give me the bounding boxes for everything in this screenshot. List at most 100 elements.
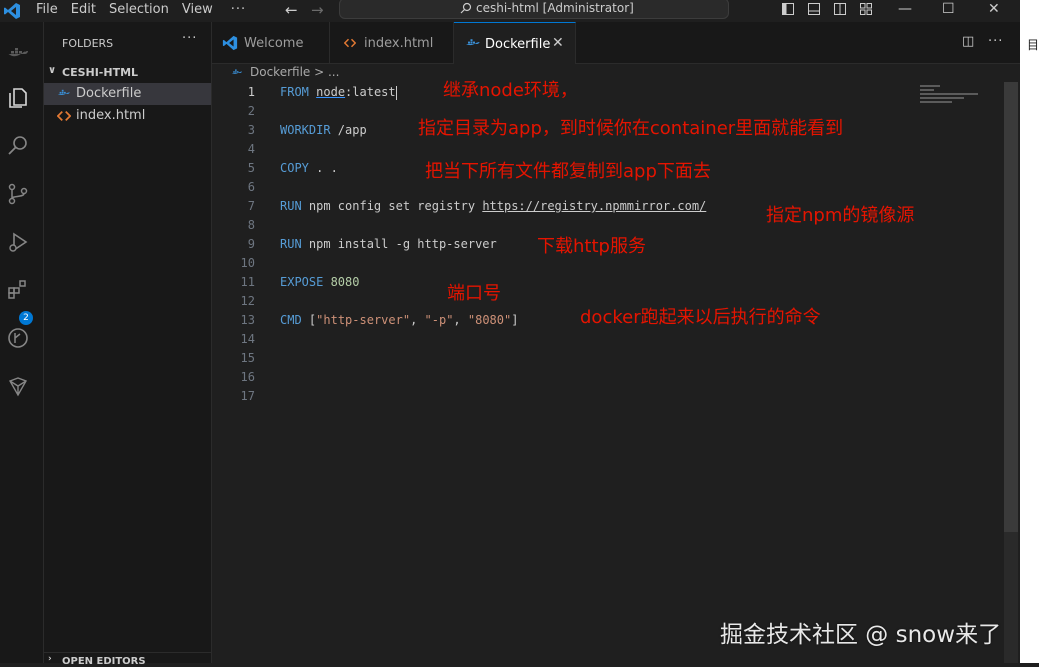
code-text: ] [511,313,519,327]
code-line-7: RUN npm config set registry https://regi… [280,199,706,213]
toggle-primary-sidebar-icon[interactable] [782,3,794,15]
toggle-secondary-sidebar-icon[interactable] [834,3,846,15]
line-number: 14 [240,332,255,346]
line-number: 4 [247,142,255,156]
open-editors-header[interactable]: › OPEN EDITORS [44,652,211,667]
code-line-9: RUN npm install -g http-server [280,237,497,251]
code-text: /app [330,123,367,137]
annotation-copy: 把当下所有文件都复制到app下面去 [425,161,711,182]
line-number: 6 [247,180,255,194]
line-number: 7 [247,199,255,213]
git-graph-icon[interactable] [6,326,30,350]
base-image: node [316,85,346,99]
keyword: FROM [280,85,309,99]
customize-layout-icon[interactable] [860,3,872,15]
editor-scrollbar[interactable] [1004,82,1018,663]
command-center[interactable]: ceshi-html [Administrator] [339,0,729,19]
folder-name: CESHI-HTML [62,66,139,79]
source-control-icon[interactable] [6,182,30,206]
annotation-install: 下载http服务 [537,236,646,257]
text-cursor [395,85,397,100]
annotation-workdir: 指定目录为app，到时候你在container里面就能看到 [418,118,844,139]
code-text: npm install -g http-server [301,237,497,251]
scrollbar-thumb[interactable] [1004,82,1018,532]
activity-bar: 2 [0,22,44,663]
line-number: 10 [240,256,255,270]
sidebar-more-icon[interactable]: ··· [182,31,197,46]
editor-more-icon[interactable]: ··· [988,34,1003,49]
tab-index-html[interactable]: index.html [330,22,454,64]
html-icon [57,111,71,121]
string: "-p" [424,313,454,327]
minimap[interactable] [920,85,990,115]
folder-header[interactable]: ∨ CESHI-HTML [44,64,211,82]
file-name: Dockerfile [76,86,142,101]
breadcrumb-label: Dockerfile > ... [250,65,340,79]
forward-arrow-icon[interactable]: → [311,0,324,20]
line-number: 8 [247,218,255,232]
title-bar: File Edit Selection View ··· ← → ceshi-h… [0,0,1020,22]
tab-label: Dockerfile [485,37,551,52]
search-icon[interactable] [6,134,30,158]
menu-more-icon[interactable]: ··· [231,1,246,19]
extensions-icon[interactable] [6,278,30,302]
code-text: , [410,313,425,327]
menu-selection[interactable]: Selection [109,1,169,19]
close-window-icon[interactable]: ✕ [988,0,1000,18]
code-editor[interactable]: 1 2 3 4 5 6 7 8 9 10 11 12 13 14 15 16 1… [212,80,1002,663]
keyword: RUN [280,237,302,251]
menu-file[interactable]: File [36,1,58,19]
code-text: . . [308,161,338,175]
tab-label: index.html [364,36,434,51]
explorer-sidebar: FOLDERS ··· ∨ CESHI-HTML Dockerfile inde… [44,22,212,667]
registry-url-link[interactable]: https://registry.npmmirror.com/ [482,199,706,213]
menu-view[interactable]: View [182,1,213,19]
line-number: 9 [247,237,255,251]
line-number: 2 [247,104,255,118]
code-line-1: FROM node:latest [280,85,397,100]
editor-tab-bar: Welcome index.html Dockerfile ✕ ◫ ··· [212,22,1020,64]
line-number: 13 [240,313,255,327]
vscode-icon [222,35,238,51]
extensions-badge: 2 [19,311,33,325]
tab-dockerfile[interactable]: Dockerfile ✕ [454,22,576,64]
menu-bar: File Edit Selection View ··· [36,1,259,19]
line-number: 15 [240,351,255,365]
explorer-icon[interactable] [6,86,30,110]
maximize-icon[interactable]: ☐ [942,0,955,18]
toggle-panel-icon[interactable] [808,3,820,15]
code-text: npm config set registry [301,199,483,213]
file-item-dockerfile[interactable]: Dockerfile [44,83,211,105]
line-number: 17 [240,389,255,403]
command-center-label: ceshi-html [Administrator] [476,1,634,15]
search-icon [460,2,472,14]
vscode-logo-icon [4,3,20,19]
keyword: EXPOSE [280,275,324,289]
minimize-icon[interactable]: — [898,0,912,18]
docker-icon [57,89,70,95]
close-tab-icon[interactable]: ✕ [552,35,564,51]
code-line-13: CMD ["http-server", "-p", "8080"] [280,313,518,327]
code-text: , [453,313,468,327]
split-editor-icon[interactable]: ◫ [962,34,974,49]
code-text: [ [301,313,317,327]
line-number: 16 [240,370,255,384]
watermark: 掘金技术社区 @ snow来了 [720,622,1002,648]
run-debug-icon[interactable] [6,230,30,254]
code-line-3: WORKDIR /app [280,123,367,137]
tab-welcome[interactable]: Welcome [212,22,330,64]
menu-edit[interactable]: Edit [71,1,96,19]
back-arrow-icon[interactable]: ← [285,0,298,20]
keyword: RUN [280,199,302,213]
docker-icon [231,69,242,74]
port-number: 8080 [323,275,360,289]
keyword: CMD [280,313,302,327]
docker-icon[interactable] [6,42,30,66]
file-name: index.html [76,108,146,123]
code-text: :latest [345,85,396,99]
remote-explorer-icon[interactable] [6,374,30,398]
html-icon [344,38,356,48]
string: "http-server" [316,313,411,327]
file-item-index-html[interactable]: index.html [44,105,211,127]
line-number: 3 [247,123,255,137]
